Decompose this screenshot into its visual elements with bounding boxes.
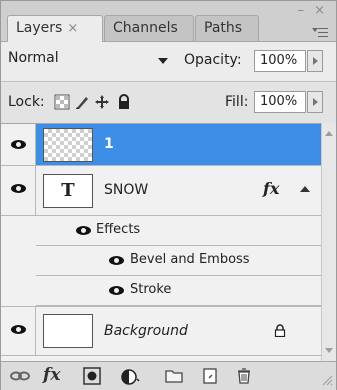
layer-name: 1 [104, 136, 114, 152]
fx-icon[interactable]: fx [263, 179, 279, 198]
visibility-toggle[interactable] [1, 124, 36, 165]
blend-mode-dropdown[interactable]: Normal [8, 50, 168, 72]
layers-footer-toolbar: fx [1, 361, 336, 390]
layers-scrollbar[interactable] [321, 123, 336, 361]
adjustment-layer-icon[interactable] [121, 367, 141, 385]
eye-icon[interactable] [109, 256, 124, 265]
arrow-right-icon [313, 57, 318, 65]
lock-position-icon[interactable] [94, 94, 110, 110]
eye-icon[interactable] [76, 226, 91, 235]
fill-label: Fill: [225, 94, 249, 110]
delete-layer-icon[interactable] [236, 367, 252, 385]
tab-layers-label: Layers [16, 20, 63, 36]
chevron-down-icon [158, 58, 168, 64]
eye-icon [11, 184, 26, 193]
effect-label: Stroke [130, 282, 172, 297]
opacity-slider-button[interactable] [307, 50, 323, 72]
layer-row-background[interactable]: Background [1, 306, 321, 356]
effect-row-stroke[interactable]: Stroke [36, 276, 321, 306]
layer-thumbnail [43, 314, 93, 348]
resize-grip-icon[interactable] [321, 374, 333, 386]
eye-icon [11, 140, 26, 149]
tab-channels[interactable]: Channels [104, 15, 194, 41]
effect-label: Bevel and Emboss [130, 252, 250, 267]
effects-label: Effects [96, 222, 141, 237]
lock-icon [274, 324, 286, 337]
tab-layers[interactable]: Layers × [7, 15, 103, 42]
effects-row[interactable]: Effects [36, 216, 321, 246]
lock-image-icon[interactable] [74, 94, 90, 110]
blend-mode-value: Normal [8, 50, 59, 66]
lock-label: Lock: [8, 94, 45, 110]
layer-row-snow[interactable]: T SNOW fx [1, 166, 321, 216]
panel-menu-icon[interactable] [312, 27, 328, 39]
visibility-toggle[interactable] [1, 307, 36, 355]
eye-icon[interactable] [109, 286, 124, 295]
layers-panel: Layers × Channels Paths – × Normal Opacit… [0, 0, 337, 390]
tab-channels-label: Channels [113, 20, 178, 36]
text-layer-thumbnail: T [43, 174, 93, 208]
lock-fill-row: Lock: Fill: 100% [1, 81, 336, 124]
lock-all-icon[interactable] [116, 94, 132, 110]
fill-slider-button[interactable] [307, 91, 323, 113]
collapse-effects-icon[interactable] [300, 186, 310, 192]
panel-tab-bar: Layers × Channels Paths – × [1, 1, 336, 42]
scroll-down-icon[interactable] [325, 348, 333, 353]
layers-list: 1 T SNOW fx Effects Bevel and Emboss Str… [1, 123, 321, 362]
opacity-input[interactable]: 100% [254, 50, 306, 72]
layer-name: SNOW [104, 182, 149, 198]
fx-icon[interactable]: fx [43, 365, 60, 385]
scroll-up-icon[interactable] [325, 131, 333, 136]
tab-paths-label: Paths [204, 20, 243, 36]
opacity-label: Opacity: [184, 52, 242, 68]
arrow-right-icon [313, 98, 318, 106]
new-layer-icon[interactable] [201, 367, 219, 385]
lock-transparent-icon[interactable] [54, 94, 70, 110]
link-layers-icon[interactable] [9, 367, 31, 385]
tab-paths[interactable]: Paths [195, 15, 259, 41]
layer-thumbnail [43, 128, 93, 162]
window-controls[interactable]: – × [297, 3, 328, 18]
layer-name: Background [104, 323, 188, 339]
effect-row-bevel-emboss[interactable]: Bevel and Emboss [36, 246, 321, 276]
blend-opacity-row: Normal Opacity: 100% [1, 41, 336, 82]
new-group-icon[interactable] [164, 367, 184, 385]
layer-row-1[interactable]: 1 [1, 124, 321, 166]
layer-mask-icon[interactable] [83, 367, 101, 385]
eye-icon [11, 325, 26, 334]
fill-input[interactable]: 100% [254, 91, 306, 113]
tab-close-icon[interactable]: × [67, 21, 78, 36]
visibility-toggle[interactable] [1, 166, 36, 215]
